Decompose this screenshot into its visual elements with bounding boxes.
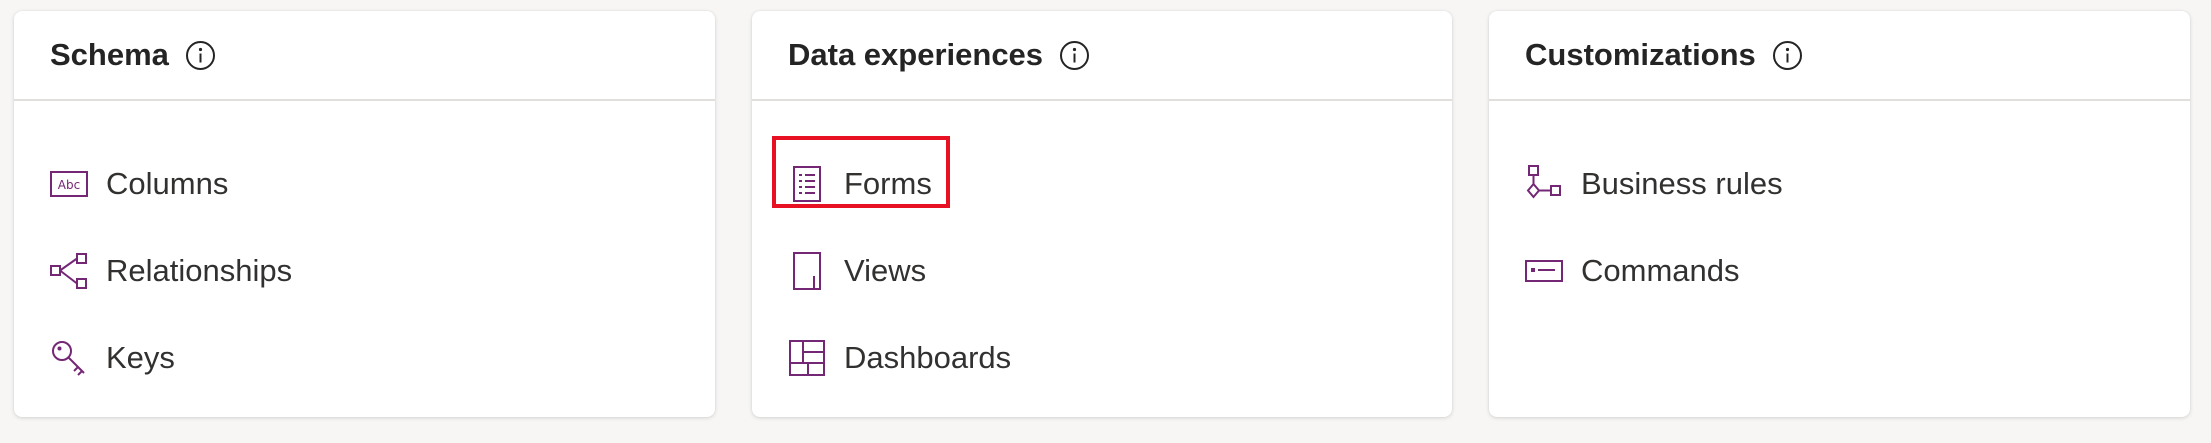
views-link[interactable]: Views (788, 241, 926, 301)
info-icon[interactable] (1059, 40, 1090, 71)
keys-link[interactable]: Keys (50, 328, 175, 388)
customizations-title: Customizations (1525, 37, 1756, 72)
commands-icon (1525, 252, 1563, 290)
views-label: Views (844, 253, 927, 288)
business-rules-label: Business rules (1581, 166, 1783, 201)
info-icon[interactable] (1772, 40, 1803, 71)
forms-link[interactable]: Forms (788, 154, 932, 214)
customizations-card-header: Customizations (1489, 11, 2190, 101)
customizations-card: Customizations Business rules Commands (1489, 11, 2190, 417)
keys-icon (50, 339, 88, 377)
business-rules-link[interactable]: Business rules (1525, 154, 1783, 214)
svg-text:Abc: Abc (58, 178, 80, 192)
business-rules-icon (1525, 165, 1563, 203)
forms-label: Forms (844, 166, 932, 201)
relationships-label: Relationships (106, 253, 293, 288)
dashboards-label: Dashboards (844, 340, 1012, 375)
info-icon[interactable] (185, 40, 216, 71)
columns-icon: Abc (50, 165, 88, 203)
schema-card: Schema Abc Columns Relationships Keys (14, 11, 715, 417)
forms-icon (788, 165, 826, 203)
data-experiences-card: Data experiences Forms Views Dashboards (752, 11, 1452, 417)
schema-card-header: Schema (14, 11, 715, 101)
columns-label: Columns (106, 166, 229, 201)
schema-title: Schema (50, 37, 169, 72)
dashboards-icon (788, 339, 826, 377)
commands-label: Commands (1581, 253, 1740, 288)
data-experiences-title: Data experiences (788, 37, 1044, 72)
data-experiences-card-header: Data experiences (752, 11, 1452, 101)
relationships-link[interactable]: Relationships (50, 241, 292, 301)
commands-link[interactable]: Commands (1525, 241, 1740, 301)
views-icon (788, 252, 826, 290)
columns-link[interactable]: Abc Columns (50, 154, 228, 214)
dashboards-link[interactable]: Dashboards (788, 328, 1011, 388)
relationships-icon (50, 252, 88, 290)
keys-label: Keys (106, 340, 175, 375)
